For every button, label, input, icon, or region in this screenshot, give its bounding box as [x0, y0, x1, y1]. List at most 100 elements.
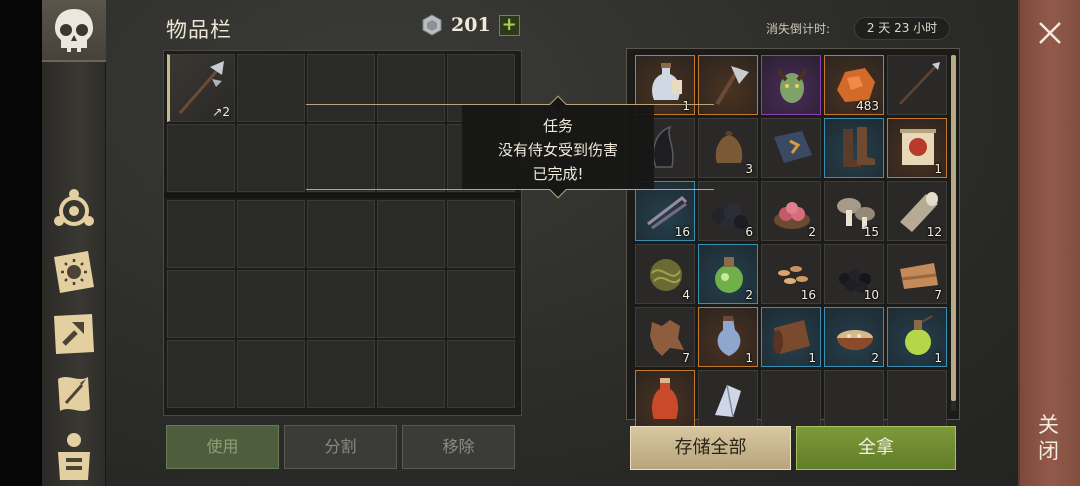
inventory-slot[interactable]: [237, 270, 305, 338]
split-button[interactable]: 分割: [284, 425, 397, 469]
inventory-slot[interactable]: [307, 340, 375, 408]
sun-book-icon: [54, 251, 94, 293]
inventory-slot[interactable]: [377, 124, 445, 192]
item-count: 1: [682, 99, 690, 113]
item-count: 1: [934, 162, 942, 176]
item-count: 12: [926, 225, 942, 239]
inventory-slot[interactable]: [377, 54, 445, 122]
container-slot[interactable]: [824, 370, 884, 430]
inventory-slot[interactable]: [447, 270, 515, 338]
inventory-slot[interactable]: [237, 124, 305, 192]
inventory-slot[interactable]: [307, 270, 375, 338]
item-count: 3: [745, 162, 753, 176]
item-count: 16: [674, 225, 690, 239]
inventory-slot[interactable]: [167, 200, 235, 268]
axe-icon: [715, 66, 749, 106]
inventory-slot[interactable]: [237, 54, 305, 122]
take-all-button[interactable]: 全拿: [796, 426, 956, 470]
crystal-shard-icon: [715, 384, 741, 418]
inventory-slot[interactable]: [167, 340, 235, 408]
container-slot[interactable]: [761, 55, 821, 115]
container-slot[interactable]: [887, 55, 947, 115]
container-slot[interactable]: [635, 370, 695, 430]
inventory-slot-equipped[interactable]: ↗2: [167, 54, 235, 122]
container-slot[interactable]: 16: [635, 181, 695, 241]
container-scrollbar[interactable]: [951, 55, 956, 401]
container-slot[interactable]: [761, 370, 821, 430]
character-menu-button[interactable]: [48, 186, 100, 236]
inventory-tab[interactable]: [42, 0, 106, 62]
inventory-slot[interactable]: [307, 124, 375, 192]
armor-figure-icon: [58, 433, 90, 480]
inventory-screen: 物品栏 201 + 消失倒计时: 2 天 23 小时 ↗2 使用 分割 移除 1…: [106, 0, 1018, 486]
container-slot[interactable]: 483: [824, 55, 884, 115]
container-slot[interactable]: [698, 55, 758, 115]
currency-amount: 201: [451, 14, 491, 36]
inventory-slot[interactable]: [307, 54, 375, 122]
container-slot[interactable]: 7: [635, 307, 695, 367]
inventory-slot[interactable]: [377, 340, 445, 408]
red-bottle-icon: [652, 378, 678, 419]
container-slot[interactable]: 1: [761, 307, 821, 367]
inventory-slot[interactable]: [447, 200, 515, 268]
tooltip-connector-line: [306, 104, 462, 105]
container-slot[interactable]: [761, 118, 821, 178]
item-count: 2: [745, 288, 753, 302]
add-currency-button[interactable]: +: [498, 14, 520, 36]
bag-grid: [167, 200, 515, 408]
item-count: 16: [800, 288, 816, 302]
container-slot[interactable]: 10: [824, 244, 884, 304]
inventory-slot[interactable]: [167, 124, 235, 192]
boots-icon: [843, 127, 875, 167]
left-edge: [0, 0, 42, 486]
close-label[interactable]: 关闭: [1038, 412, 1066, 464]
container-slot[interactable]: 16: [761, 244, 821, 304]
item-count: 15: [863, 225, 879, 239]
close-icon[interactable]: [1035, 18, 1065, 48]
inventory-slot[interactable]: [167, 270, 235, 338]
container-slot[interactable]: 2: [698, 244, 758, 304]
container-slot[interactable]: 2: [824, 307, 884, 367]
use-button[interactable]: 使用: [166, 425, 279, 469]
container-slot[interactable]: 1: [887, 307, 947, 367]
container-slot[interactable]: 3: [698, 118, 758, 178]
timer-label: 消失倒计时:: [766, 22, 831, 36]
remove-button[interactable]: 移除: [402, 425, 515, 469]
container-slot[interactable]: [824, 118, 884, 178]
container-slot[interactable]: 6: [698, 181, 758, 241]
inventory-slot[interactable]: [447, 340, 515, 408]
container-slot[interactable]: 7: [887, 244, 947, 304]
container-slots: 1 483 3 1 16 6 2 15 12 4 2 16 10 7 7 1 1 2 1: [635, 55, 947, 430]
item-count: 6: [745, 225, 753, 239]
container-slot[interactable]: 4: [635, 244, 695, 304]
container-slot[interactable]: 2: [761, 181, 821, 241]
container-slot[interactable]: 1: [887, 118, 947, 178]
item-count: 7: [934, 288, 942, 302]
tooltip-objective: 没有侍女受到伤害: [497, 141, 618, 159]
item-count: 4: [682, 288, 690, 302]
inventory-slot[interactable]: [307, 200, 375, 268]
spear-icon: [899, 62, 940, 105]
inventory-slot[interactable]: [377, 200, 445, 268]
inventory-slot[interactable]: [377, 270, 445, 338]
inventory-slot[interactable]: [237, 340, 305, 408]
container-slot[interactable]: [698, 370, 758, 430]
book-icon: [774, 131, 812, 163]
crafting-menu-button[interactable]: [48, 308, 100, 358]
emblem-icon: [54, 189, 94, 226]
item-count: 1: [808, 351, 816, 365]
equipment-menu-button[interactable]: [48, 430, 100, 480]
close-panel[interactable]: 关闭: [1018, 0, 1080, 486]
side-menu: [42, 0, 106, 486]
currency-display: 201 +: [421, 12, 520, 38]
inventory-slot[interactable]: [237, 200, 305, 268]
store-all-button[interactable]: 存储全部: [630, 426, 791, 470]
gem-coin-icon: [422, 14, 442, 36]
container-slot[interactable]: [887, 370, 947, 430]
container-slot[interactable]: 12: [887, 181, 947, 241]
container-slot[interactable]: 1: [698, 307, 758, 367]
container-slot[interactable]: 15: [824, 181, 884, 241]
quests-menu-button[interactable]: [48, 369, 100, 419]
quest-tooltip: 任务 没有侍女受到伤害 已完成!: [462, 104, 654, 190]
recipes-menu-button[interactable]: [48, 247, 100, 297]
